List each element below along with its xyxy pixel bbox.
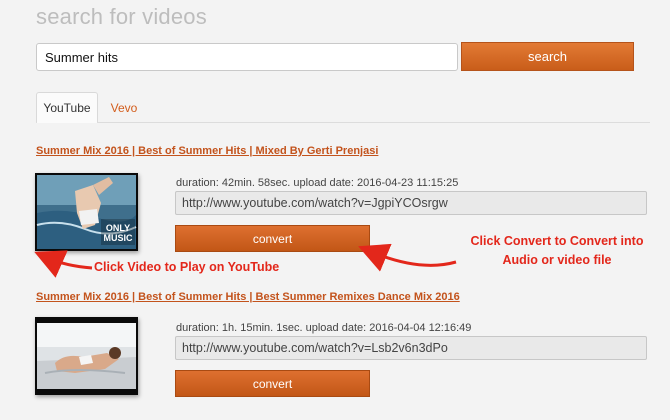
video-meta: duration: 42min. 58sec. upload date: 201… <box>176 177 459 189</box>
annotation-convert: Click Convert to Convert into Audio or v… <box>452 232 662 270</box>
video-url-field[interactable] <box>175 336 647 360</box>
search-input[interactable] <box>36 43 458 71</box>
tab-divider-mask <box>37 122 97 123</box>
result-title-link[interactable]: Summer Mix 2016 | Best of Summer Hits | … <box>36 291 460 303</box>
arrow-to-convert <box>358 243 457 272</box>
search-button[interactable]: search <box>461 42 634 71</box>
convert-button[interactable]: convert <box>175 370 370 397</box>
video-thumbnail[interactable]: ONLY MUSIC <box>35 173 138 251</box>
result-title-link[interactable]: Summer Mix 2016 | Best of Summer Hits | … <box>36 145 378 157</box>
tab-divider <box>36 122 650 123</box>
video-thumbnail[interactable] <box>35 317 138 395</box>
video-meta: duration: 1h. 15min. 1sec. upload date: … <box>176 322 472 334</box>
annotation-convert-line1: Click Convert to Convert into <box>470 234 644 248</box>
thumbnail-image: ONLY MUSIC <box>35 173 138 251</box>
annotation-convert-line2: Audio or video file <box>502 253 612 267</box>
page-title: search for videos <box>36 4 207 29</box>
video-url-field[interactable] <box>175 191 647 215</box>
convert-button[interactable]: convert <box>175 225 370 252</box>
annotation-video: Click Video to Play on YouTube <box>94 260 280 274</box>
tab-youtube[interactable]: YouTube <box>36 92 98 123</box>
tab-vevo[interactable]: Vevo <box>102 92 146 123</box>
page: search for videos search YouTube Vevo Su… <box>0 0 670 420</box>
arrow-to-thumbnail <box>34 250 93 278</box>
thumbnail-image <box>35 317 138 395</box>
thumbnail-label-only: ONLY <box>106 223 130 233</box>
thumbnail-label-music: MUSIC <box>104 233 134 243</box>
